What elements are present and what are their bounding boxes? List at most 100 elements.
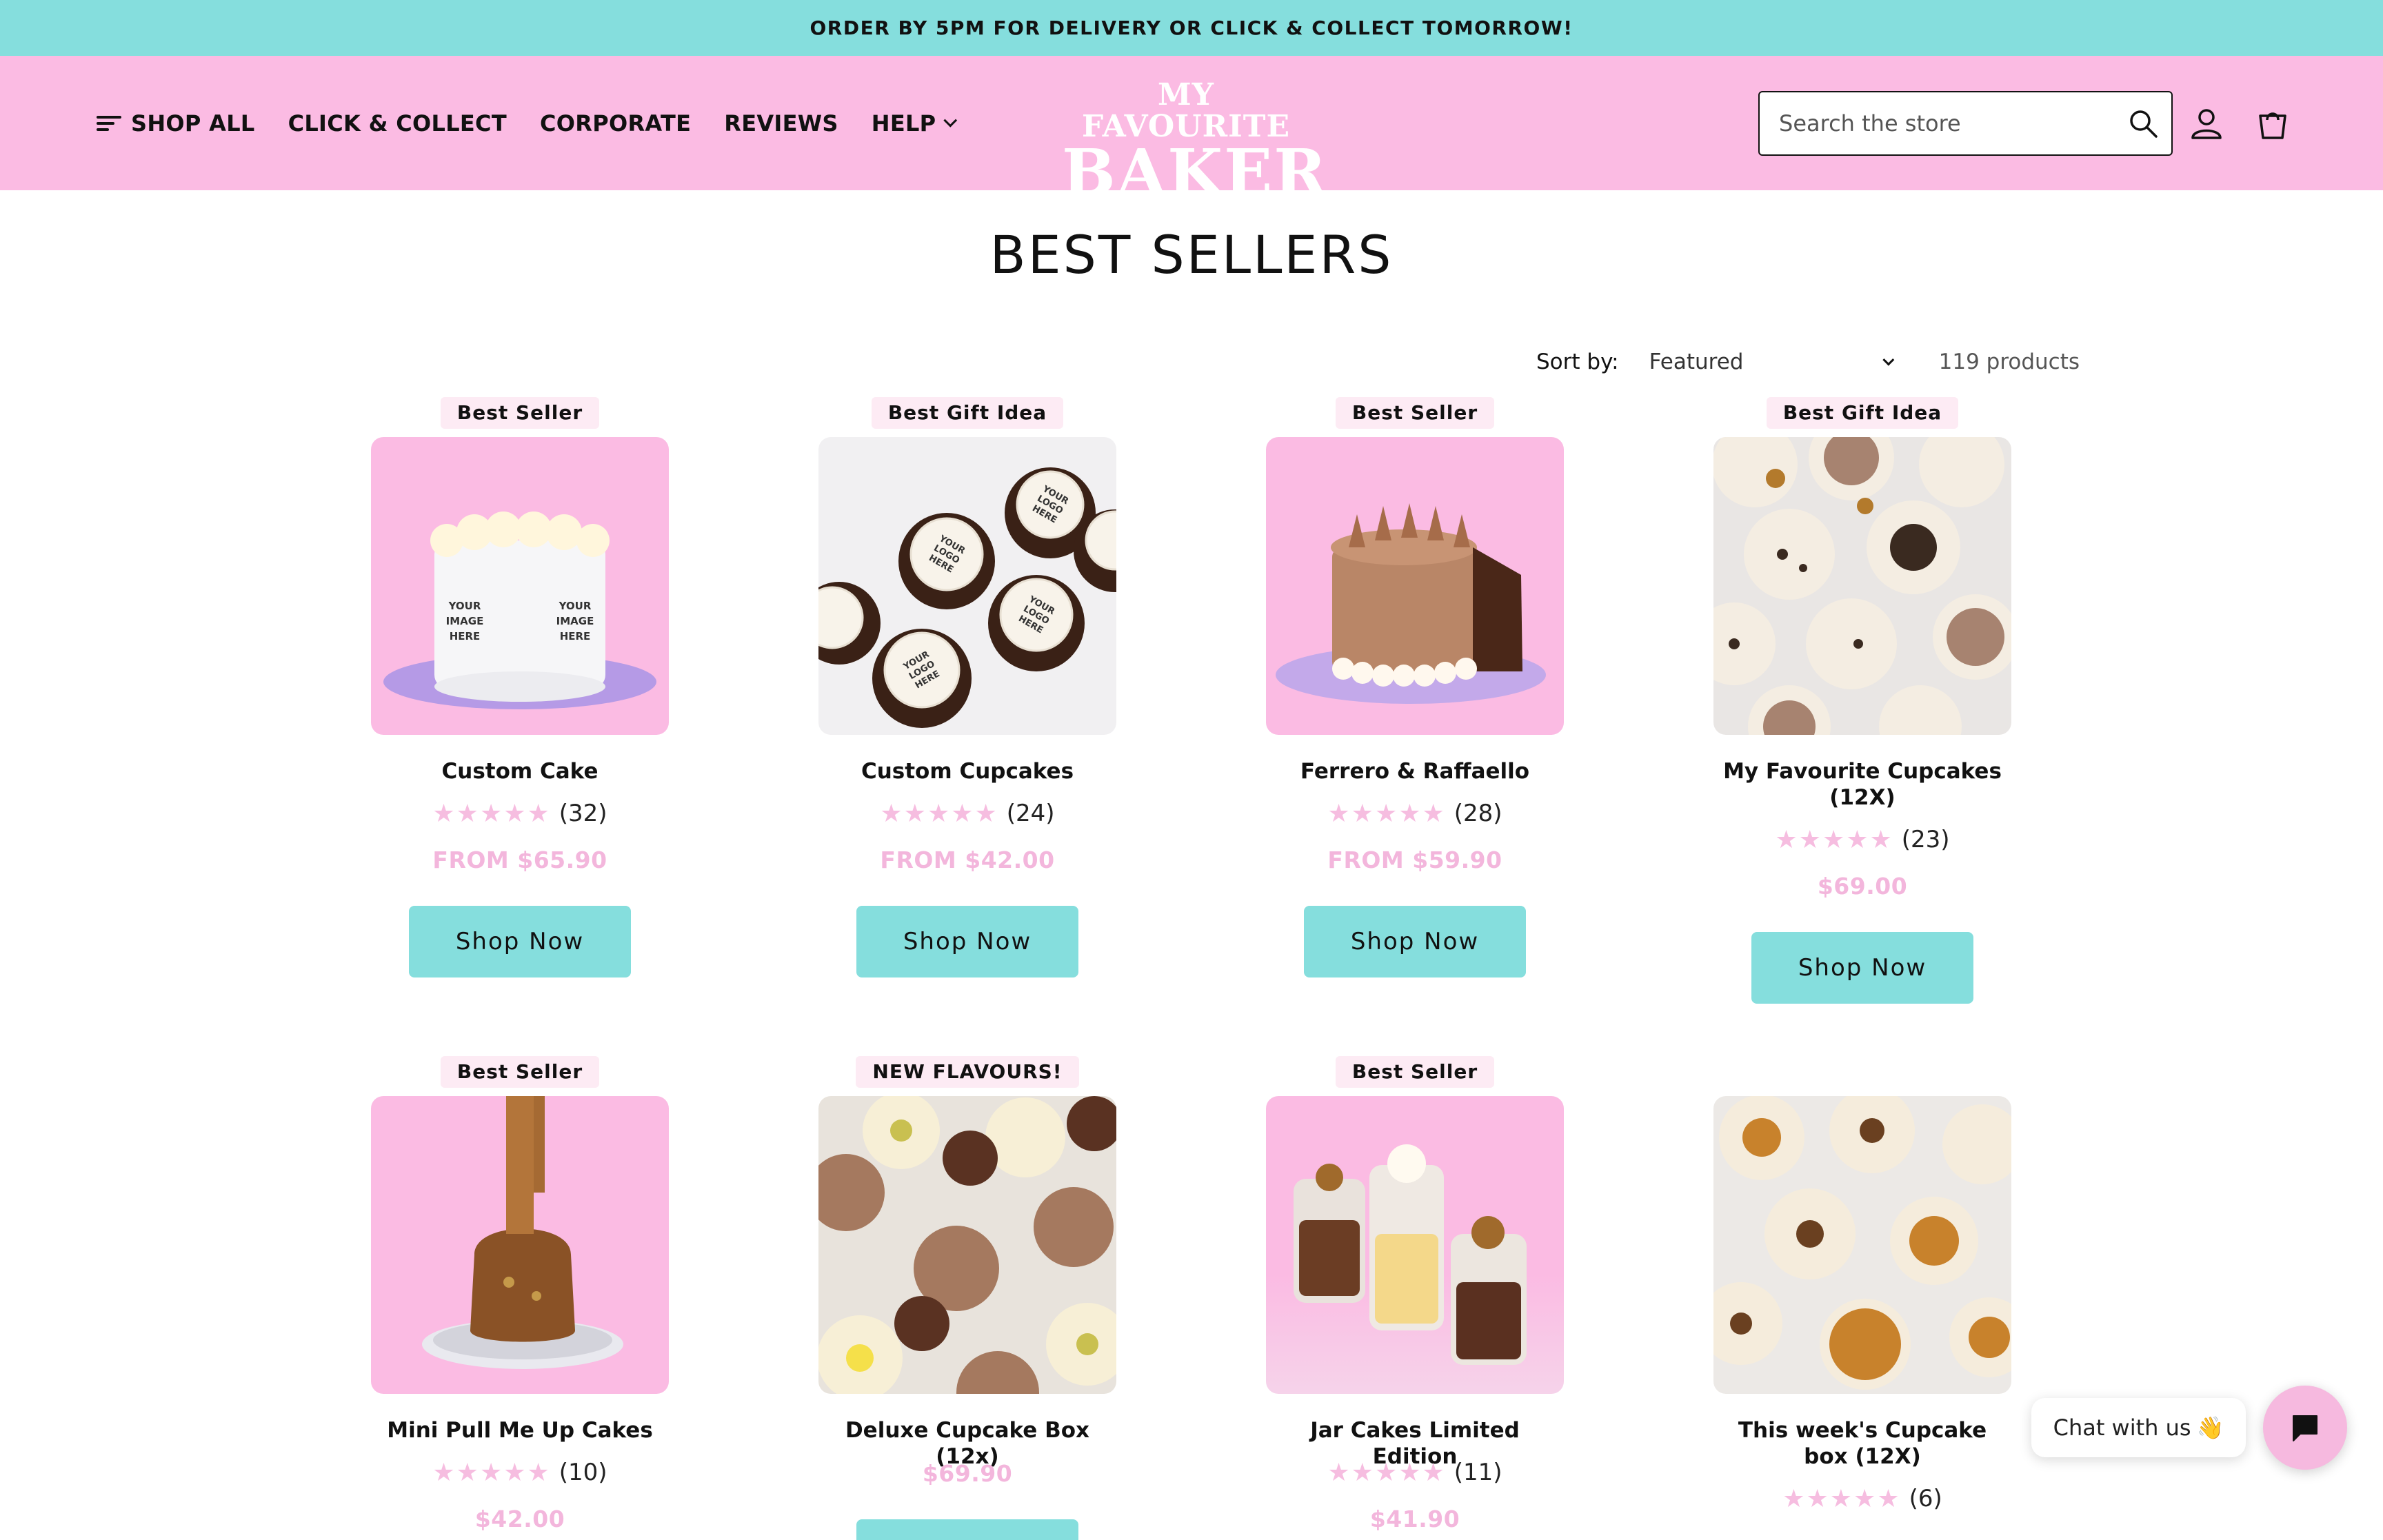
review-count: (24) xyxy=(1006,800,1055,827)
svg-text:IMAGE: IMAGE xyxy=(556,615,594,627)
product-price: FROM $65.90 xyxy=(432,847,607,873)
nav-shop-all-label: SHOP ALL xyxy=(131,110,255,136)
star-rating-icon: ★★★★★ xyxy=(880,799,998,828)
star-rating-icon: ★★★★★ xyxy=(1327,1458,1446,1487)
star-rating-icon: ★★★★★ xyxy=(432,799,551,828)
sort-selected-value: Featured xyxy=(1649,349,1744,374)
product-count: 119 products xyxy=(1938,349,2080,374)
shop-now-button[interactable] xyxy=(856,1519,1078,1540)
sort-label: Sort by: xyxy=(1536,349,1619,374)
product-price: FROM $59.90 xyxy=(1327,847,1502,873)
product-name[interactable]: Mini Pull Me Up Cakes xyxy=(371,1417,669,1443)
product-image[interactable] xyxy=(1266,1096,1564,1394)
product-card: Best Seller Mini Pull Me Up Cakes ★★★★★ … xyxy=(371,1056,669,1540)
product-image[interactable] xyxy=(1713,437,2011,735)
product-price: $69.90 xyxy=(922,1460,1013,1487)
star-rating-icon: ★★★★★ xyxy=(1782,1484,1901,1513)
review-count: (10) xyxy=(559,1459,607,1486)
cart-icon[interactable] xyxy=(2255,106,2291,142)
product-card: Best Seller Jar Cakes Limited Edition ★★… xyxy=(1266,1056,1564,1540)
product-rating: ★★★★★ (28) xyxy=(1266,799,1564,828)
product-rating: ★★★★★ (32) xyxy=(371,799,669,828)
logo-line2: BAKER xyxy=(1062,135,1328,210)
review-count: (28) xyxy=(1454,800,1502,827)
chat-prompt[interactable]: Chat with us 👋 xyxy=(2031,1398,2246,1457)
svg-text:HERE: HERE xyxy=(560,630,591,642)
product-name[interactable]: This week's Cupcake box (12X) xyxy=(1713,1417,2011,1470)
svg-text:YOUR: YOUR xyxy=(559,600,592,612)
search-input[interactable] xyxy=(1760,110,2118,136)
svg-text:IMAGE: IMAGE xyxy=(446,615,484,627)
main-nav: SHOP ALL CLICK & COLLECT CORPORATE REVIE… xyxy=(97,56,985,190)
product-rating: ★★★★★ (6) xyxy=(1713,1484,2011,1513)
product-card: NEW FLAVOURS! Deluxe Cupcake Box (12x) $… xyxy=(818,1056,1116,1540)
product-image[interactable]: YOUR LOGO HERE YOUR LOGO HERE YOUR LOGO HERE Y… xyxy=(818,437,1116,735)
product-image[interactable]: YOUR IMAGE HERE YOUR IMAGE HERE xyxy=(371,437,669,735)
review-count: (32) xyxy=(559,800,607,827)
product-name[interactable]: My Favourite Cupcakes (12X) xyxy=(1713,758,2011,811)
page-title: BEST SELLERS xyxy=(989,224,1394,285)
nav-help-label: HELP xyxy=(871,110,936,136)
review-count: (6) xyxy=(1909,1485,1942,1512)
shop-now-button[interactable]: Shop Now xyxy=(856,906,1078,977)
site-logo[interactable]: MY FAVOURITE BAKER xyxy=(1062,77,1327,205)
chat-icon xyxy=(2293,1415,2317,1441)
product-badge: Best Seller xyxy=(1335,397,1495,429)
shop-now-button[interactable]: Shop Now xyxy=(1304,906,1526,977)
product-image[interactable] xyxy=(818,1096,1116,1394)
sort-bar: Sort by: Featured 119 products xyxy=(1536,345,2080,379)
product-card: This week's Cupcake box (12X) ★★★★★ (6) xyxy=(1713,1056,2011,1540)
product-name[interactable]: Custom Cake xyxy=(371,758,669,784)
search-box xyxy=(1758,91,2173,156)
product-name[interactable]: Custom Cupcakes xyxy=(818,758,1116,784)
product-rating: ★★★★★ (23) xyxy=(1713,825,2011,854)
product-image[interactable] xyxy=(1713,1096,2011,1394)
product-badge: Best Gift Idea xyxy=(871,397,1064,429)
nav-corporate[interactable]: CORPORATE xyxy=(540,110,691,136)
product-card: Best Gift Idea My Favourite Cupcakes (12… xyxy=(1713,397,2011,1017)
product-badge: Best Seller xyxy=(440,397,600,429)
product-badge: NEW FLAVOURS! xyxy=(856,1056,1079,1088)
chat-launcher-button[interactable] xyxy=(2263,1386,2347,1470)
product-price: $42.00 xyxy=(474,1506,565,1532)
product-badge: Best Seller xyxy=(1335,1056,1495,1088)
nav-reviews[interactable]: REVIEWS xyxy=(724,110,838,136)
product-card: Best Gift Idea YOUR LOGO HERE YOUR LOGO HERE… xyxy=(818,397,1116,1004)
menu-icon xyxy=(97,114,121,132)
product-rating: ★★★★★ (24) xyxy=(818,799,1116,828)
chevron-down-icon xyxy=(943,113,958,128)
star-rating-icon: ★★★★★ xyxy=(1327,799,1446,828)
sort-select[interactable]: Featured xyxy=(1649,349,1898,374)
product-price: FROM $42.00 xyxy=(880,847,1055,873)
star-rating-icon: ★★★★★ xyxy=(1775,825,1893,854)
product-price: $41.90 xyxy=(1369,1506,1460,1532)
announcement-text: ORDER BY 5PM FOR DELIVERY OR CLICK & COL… xyxy=(810,17,1573,39)
site-header: SHOP ALL CLICK & COLLECT CORPORATE REVIE… xyxy=(0,56,2383,205)
product-card: Best Seller YOUR IMAGE HERE YOUR IMAGE H… xyxy=(371,397,669,1004)
chevron-down-icon xyxy=(1882,354,1894,366)
star-rating-icon: ★★★★★ xyxy=(432,1458,551,1487)
search-icon[interactable] xyxy=(2127,108,2160,141)
chat-label: Chat with us xyxy=(2053,1415,2191,1441)
shop-now-button[interactable]: Shop Now xyxy=(1751,932,1973,1004)
svg-text:YOUR: YOUR xyxy=(448,600,481,612)
product-price: $69.00 xyxy=(1817,873,1908,900)
logo-line1: MY FAVOURITE xyxy=(1081,77,1291,144)
product-rating: ★★★★★ (11) xyxy=(1266,1458,1564,1487)
shop-now-button[interactable]: Shop Now xyxy=(409,906,631,977)
nav-help[interactable]: HELP xyxy=(871,110,958,136)
product-badge: Best Seller xyxy=(440,1056,600,1088)
product-rating: ★★★★★ (10) xyxy=(371,1458,669,1487)
product-name[interactable]: Ferrero & Raffaello xyxy=(1266,758,1564,784)
product-image[interactable] xyxy=(371,1096,669,1394)
product-card: Best Seller Ferrero & Raffaello ★★★★★ (2… xyxy=(1266,397,1564,1004)
product-badge: Best Gift Idea xyxy=(1766,397,1959,429)
review-count: (11) xyxy=(1454,1459,1502,1486)
nav-shop-all[interactable]: SHOP ALL xyxy=(97,110,255,136)
product-image[interactable] xyxy=(1266,437,1564,735)
announcement-bar: ORDER BY 5PM FOR DELIVERY OR CLICK & COL… xyxy=(0,0,2383,56)
nav-click-collect[interactable]: CLICK & COLLECT xyxy=(288,110,507,136)
svg-text:HERE: HERE xyxy=(450,630,481,642)
waving-hand-icon: 👋 xyxy=(2196,1415,2224,1441)
account-icon[interactable] xyxy=(2189,106,2224,142)
